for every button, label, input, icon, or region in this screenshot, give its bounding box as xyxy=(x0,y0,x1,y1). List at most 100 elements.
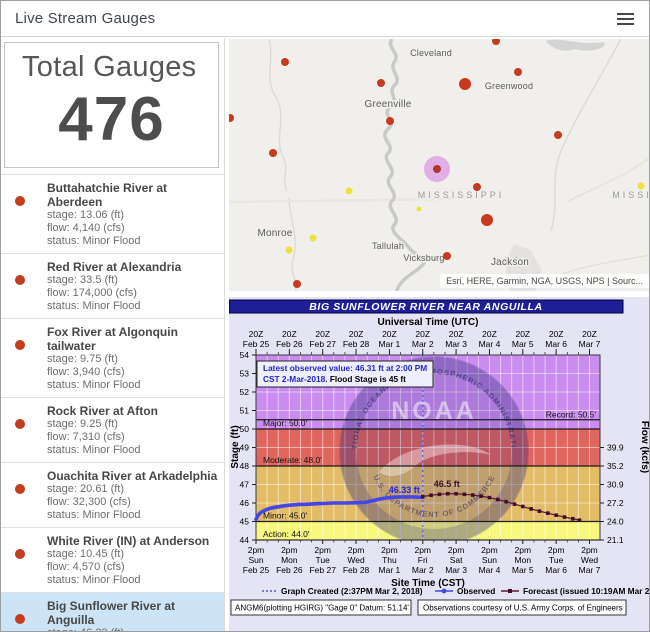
svg-text:2pm: 2pm xyxy=(481,545,498,555)
svg-text:47: 47 xyxy=(240,480,250,490)
svg-text:Sun: Sun xyxy=(248,555,263,565)
map-gauge-dot-red[interactable] xyxy=(473,183,481,191)
svg-text:24.0: 24.0 xyxy=(607,517,624,527)
gauge-detail-line: status: Minor Flood xyxy=(47,235,218,248)
map-gauge-dots xyxy=(229,39,645,288)
map-canvas[interactable]: ClevelandGreenwoodGreenvilleMonroeTallul… xyxy=(229,39,650,291)
svg-text:Mar 1: Mar 1 xyxy=(379,565,401,575)
gauge-list-item[interactable]: Buttahatchie River at Aberdeenstage: 13.… xyxy=(1,175,224,254)
svg-text:Mar 5: Mar 5 xyxy=(512,339,534,349)
svg-text:2pm: 2pm xyxy=(448,545,465,555)
gauge-status-dot xyxy=(15,549,25,559)
svg-text:Mar 3: Mar 3 xyxy=(445,339,467,349)
svg-text:2pm: 2pm xyxy=(281,545,298,555)
svg-text:Mon: Mon xyxy=(515,555,532,565)
gauge-detail-line: status: Minor Flood xyxy=(47,444,218,457)
latest-observed-line1: Latest observed value: 46.31 ft at 2:00 … xyxy=(263,363,427,373)
courtesy-footnote: Observations courtesy of U.S. Army Corps… xyxy=(423,604,623,613)
map-gauge-dot-red[interactable] xyxy=(377,79,385,87)
legend-graph-created-label: Graph Created (2:37PM Mar 2, 2018) xyxy=(281,586,423,596)
gauge-detail-line: stage: 33.5 (ft) xyxy=(47,274,218,287)
svg-text:20Z: 20Z xyxy=(549,329,564,339)
map-labels: ClevelandGreenwoodGreenvilleMonroeTallul… xyxy=(257,48,650,268)
hydrograph-panel: BIG SUNFLOWER RIVER NEAR ANGUILLAUnivers… xyxy=(229,297,650,632)
gauge-detail-line: flow: 174,000 (cfs) xyxy=(47,287,218,300)
gauge-detail-line: status: Minor Flood xyxy=(47,300,218,313)
total-gauges-card: Total Gauges 476 xyxy=(4,42,219,168)
gauge-name: Ouachita River at Arkadelphia xyxy=(47,469,218,483)
map-gauge-dot-yellow[interactable] xyxy=(310,235,317,242)
svg-text:2pm: 2pm xyxy=(581,545,598,555)
left-panel: Total Gauges 476 Buttahatchie River at A… xyxy=(1,38,225,632)
map-panel[interactable]: ClevelandGreenwoodGreenvilleMonroeTallul… xyxy=(229,39,650,291)
svg-text:20Z: 20Z xyxy=(449,329,464,339)
gauge-detail-line: stage: 9.25 (ft) xyxy=(47,418,218,431)
gauge-detail-line: stage: 13.06 (ft) xyxy=(47,209,218,222)
svg-text:Mon: Mon xyxy=(281,555,298,565)
map-gauge-dot-yellow[interactable] xyxy=(638,183,645,190)
gauge-name: Fox River at Algonquin tailwater xyxy=(47,325,218,353)
gauge-list-item[interactable]: Fox River at Algonquin tailwaterstage: 9… xyxy=(1,319,224,398)
state-label: MISSISSIPPI xyxy=(418,190,505,200)
gauge-list-item[interactable]: Red River at Alexandriastage: 33.5 (ft)f… xyxy=(1,254,224,319)
svg-text:35.2: 35.2 xyxy=(607,461,624,471)
state-label: MISSISS xyxy=(612,190,650,200)
observed-peak-label: 46.33 ft xyxy=(389,485,420,495)
map-gauge-dot-red[interactable] xyxy=(386,117,394,125)
hamburger-icon xyxy=(617,13,634,15)
city-label: Greenville xyxy=(364,99,411,110)
map-gauge-dot-red[interactable] xyxy=(269,149,277,157)
svg-text:Feb 27: Feb 27 xyxy=(309,565,336,575)
map-gauge-dot-red[interactable] xyxy=(443,252,451,260)
gauge-list-item[interactable]: Ouachita River at Arkadelphiastage: 20.6… xyxy=(1,463,224,528)
gauge-list: Buttahatchie River at Aberdeenstage: 13.… xyxy=(1,174,224,632)
svg-text:44: 44 xyxy=(240,535,250,545)
map-gauge-dot-red[interactable] xyxy=(492,39,500,45)
svg-text:53: 53 xyxy=(240,369,250,379)
svg-text:Feb 28: Feb 28 xyxy=(343,339,370,349)
map-gauge-dot-red[interactable] xyxy=(281,58,289,66)
svg-text:Mar 4: Mar 4 xyxy=(479,339,501,349)
svg-text:Mar 6: Mar 6 xyxy=(545,339,567,349)
gauge-list-item[interactable]: White River (IN) at Andersonstage: 10.45… xyxy=(1,528,224,593)
gauge-detail-line: stage: 9.75 (ft) xyxy=(47,353,218,366)
svg-text:54: 54 xyxy=(240,350,250,360)
gauge-name: Buttahatchie River at Aberdeen xyxy=(47,181,218,209)
svg-text:Wed: Wed xyxy=(581,555,599,565)
map-gauge-dot-red[interactable] xyxy=(481,214,493,226)
svg-text:Feb 27: Feb 27 xyxy=(309,339,336,349)
map-gauge-dot-red[interactable] xyxy=(229,114,234,122)
svg-text:Tue: Tue xyxy=(549,555,564,565)
gauge-detail-line: flow: 4,140 (cfs) xyxy=(47,222,218,235)
gauge-detail-line: status: Minor Flood xyxy=(47,509,218,522)
chart-title: BIG SUNFLOWER RIVER NEAR ANGUILLA xyxy=(309,301,543,313)
selected-gauge-dot[interactable] xyxy=(433,165,441,173)
gauge-name: Red River at Alexandria xyxy=(47,260,218,274)
svg-text:2pm: 2pm xyxy=(381,545,398,555)
map-gauge-dot-red[interactable] xyxy=(514,68,522,76)
gauge-list-item[interactable]: Rock River at Aftonstage: 9.25 (ft)flow:… xyxy=(1,398,224,463)
menu-button[interactable] xyxy=(617,10,637,28)
svg-text:30.9: 30.9 xyxy=(607,480,624,490)
svg-text:20Z: 20Z xyxy=(515,329,530,339)
svg-text:20Z: 20Z xyxy=(582,329,597,339)
svg-text:20Z: 20Z xyxy=(382,329,397,339)
map-gauge-dot-red[interactable] xyxy=(293,280,301,288)
map-gauge-dot-red[interactable] xyxy=(459,78,471,90)
svg-text:NOAA: NOAA xyxy=(391,397,477,425)
hydrograph-chart: BIG SUNFLOWER RIVER NEAR ANGUILLAUnivers… xyxy=(229,297,650,632)
svg-text:39.9: 39.9 xyxy=(607,443,624,453)
map-gauge-dot-yellow[interactable] xyxy=(346,188,353,195)
svg-text:Feb 26: Feb 26 xyxy=(276,339,303,349)
map-gauge-dot-yellow[interactable] xyxy=(286,247,293,254)
map-gauge-dot-red[interactable] xyxy=(554,131,562,139)
datum-footnote: ANGM6(plotting HGIRG) "Gage 0" Datum: 51… xyxy=(235,604,409,613)
svg-text:Feb 25: Feb 25 xyxy=(243,565,270,575)
city-label: Tallulah xyxy=(372,241,404,251)
gauge-list-item[interactable]: Big Sunflower River at Anguillastage: 46… xyxy=(1,593,224,632)
svg-text:Mar 2: Mar 2 xyxy=(412,339,434,349)
legend-observed-label: Observed xyxy=(457,586,495,596)
svg-text:Mar 5: Mar 5 xyxy=(512,565,534,575)
map-gauge-dot-yellow[interactable] xyxy=(417,207,422,212)
total-gauges-label: Total Gauges xyxy=(5,43,218,84)
